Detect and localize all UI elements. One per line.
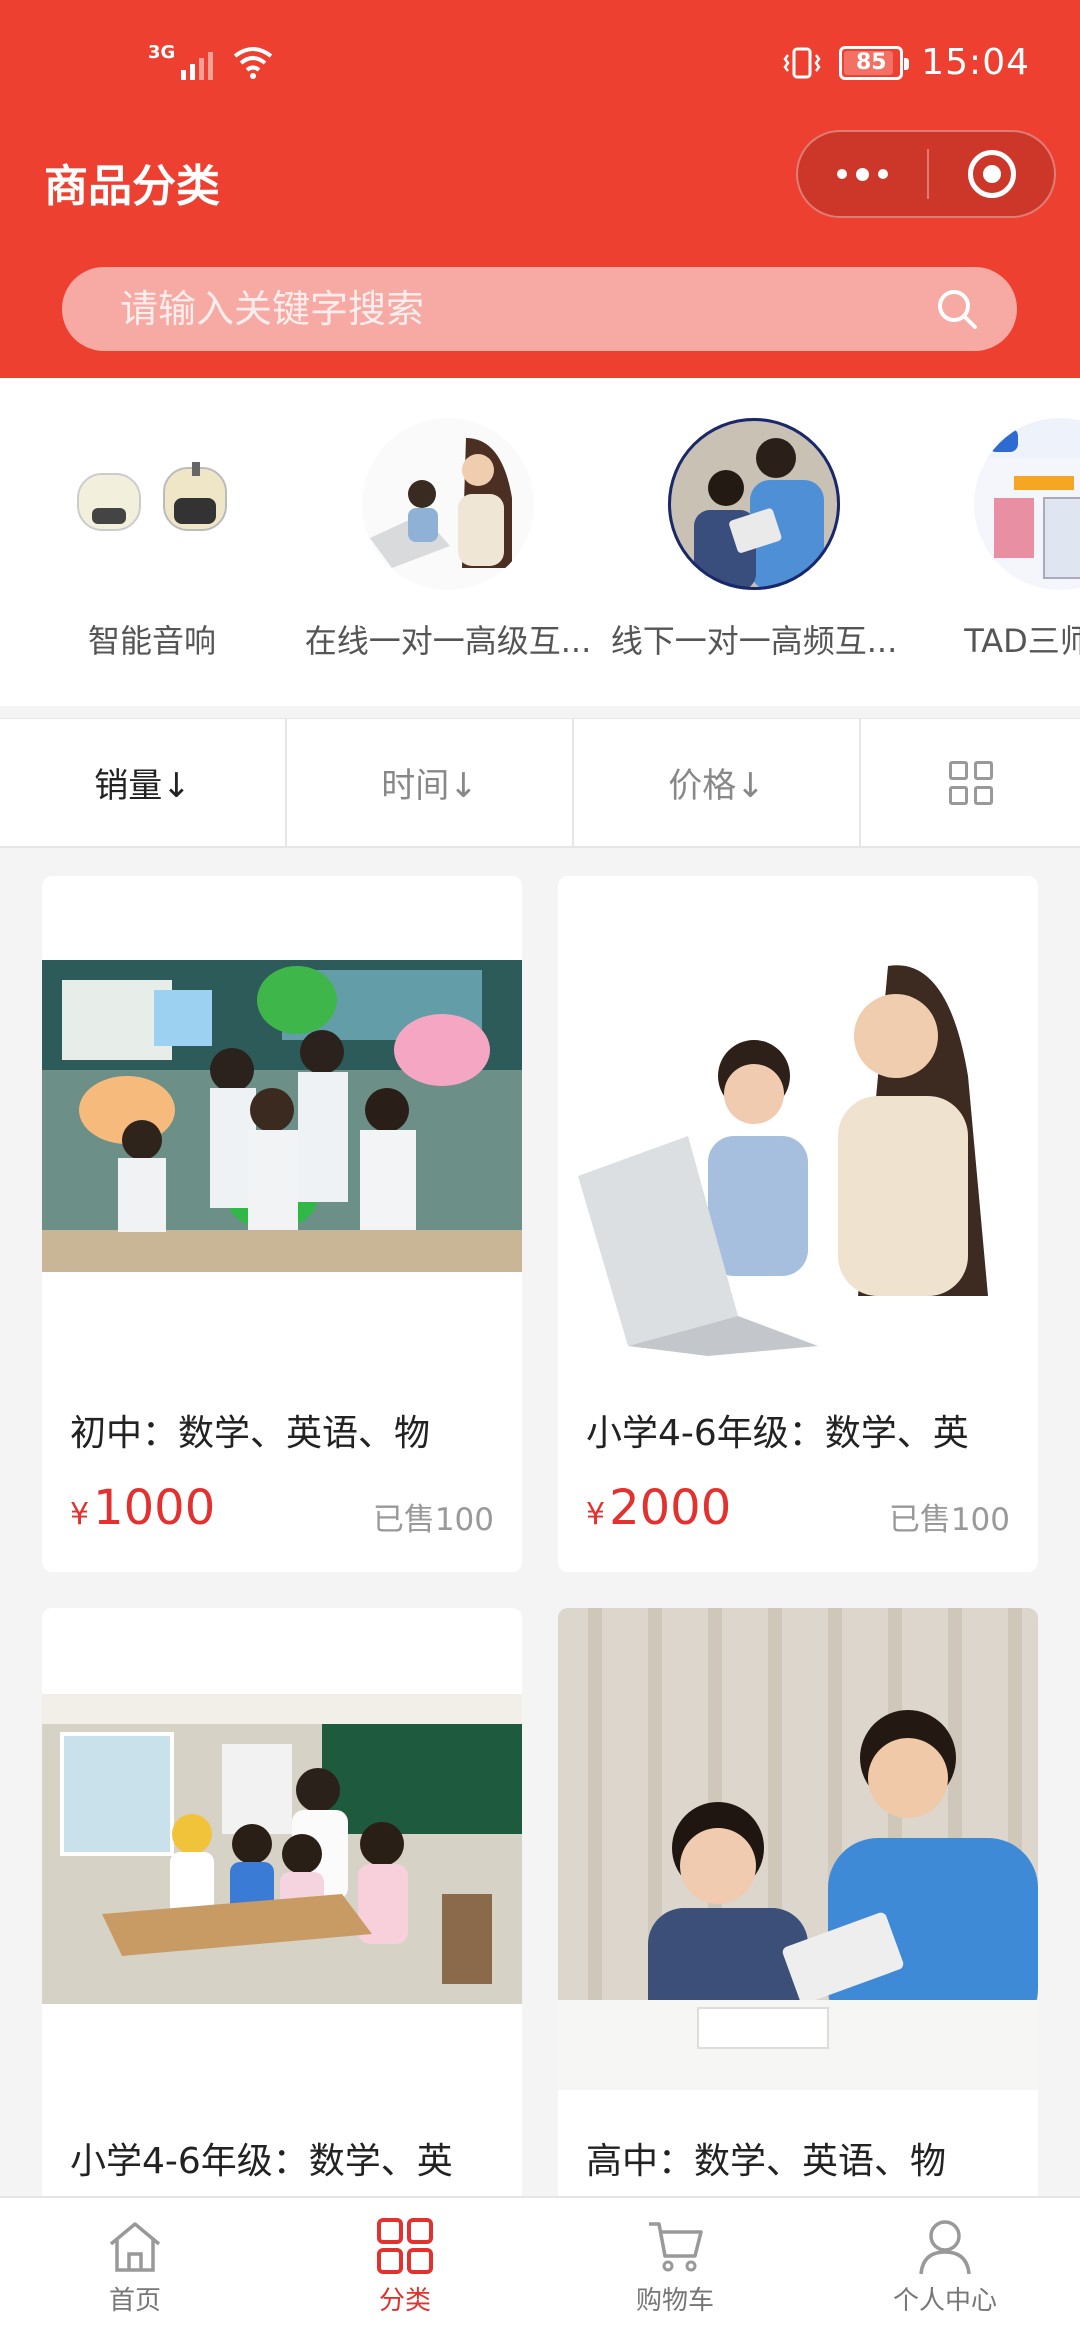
tab-cart[interactable]: 购物车 xyxy=(540,2198,810,2340)
user-icon xyxy=(919,2220,971,2275)
product-card[interactable]: 高中：数学、英语、物 xyxy=(558,1608,1038,2228)
category-label: 线下一对一高频互... xyxy=(610,622,898,660)
more-button[interactable] xyxy=(798,132,927,216)
page-title: 商品分类 xyxy=(44,161,220,212)
product-image xyxy=(42,960,522,1272)
vibrate-icon xyxy=(783,47,821,78)
category-image xyxy=(668,418,840,590)
sort-by-time[interactable]: 时间↓ xyxy=(287,719,574,846)
product-title: 初中：数学、英语、物 xyxy=(70,1413,431,1454)
sort-bar: 销量↓ 时间↓ 价格↓ xyxy=(0,718,1080,848)
signal-icon xyxy=(181,48,214,80)
close-button[interactable] xyxy=(929,132,1054,216)
category-item-tad-classroom[interactable]: TAD三师课堂 xyxy=(910,418,1080,662)
layout-toggle-button[interactable] xyxy=(861,719,1080,846)
category-strip: 智能音响 在线一对一高级互... 线下一对一高频互... TAD三师 xyxy=(0,378,1080,706)
currency-symbol: ¥ xyxy=(586,1497,606,1532)
sort-by-price[interactable]: 价格↓ xyxy=(574,719,861,846)
category-item-offline-tutoring[interactable]: 线下一对一高频互... xyxy=(604,418,904,662)
product-card[interactable]: 小学4-6年级：数学、英 xyxy=(42,1608,522,2228)
search-icon[interactable] xyxy=(935,287,979,331)
tab-label: 首页 xyxy=(108,2286,161,2316)
currency-symbol: ¥ xyxy=(70,1497,90,1532)
product-title: 小学4-6年级：数学、英 xyxy=(586,1413,969,1454)
search-input[interactable] xyxy=(120,267,920,351)
product-image xyxy=(558,876,1038,1356)
search-bar[interactable] xyxy=(62,267,1017,351)
status-bar: 3G 85 15:04 xyxy=(0,0,1080,130)
battery-level: 85 xyxy=(855,50,887,75)
category-item-smart-speaker[interactable]: 智能音响 xyxy=(2,418,302,662)
miniprogram-capsule xyxy=(796,130,1056,218)
price-value: 1000 xyxy=(93,1480,216,1536)
category-label: TAD三师课堂 xyxy=(964,622,1080,660)
product-price: ¥1000 xyxy=(70,1480,215,1536)
product-image xyxy=(42,1694,522,2004)
product-card[interactable]: 初中：数学、英语、物 ¥1000 已售100 xyxy=(42,876,522,1572)
battery-icon: 85 xyxy=(839,45,910,80)
category-icon xyxy=(377,2218,433,2274)
tab-label: 个人中心 xyxy=(892,2286,997,2316)
sort-by-sales[interactable]: 销量↓ xyxy=(0,719,287,846)
category-label: 在线一对一高级互... xyxy=(304,622,592,660)
clock: 15:04 xyxy=(921,42,1030,83)
price-value: 2000 xyxy=(609,1480,732,1536)
tab-home[interactable]: 首页 xyxy=(0,2198,270,2340)
category-image xyxy=(362,418,534,590)
product-image xyxy=(558,1608,1038,2090)
category-label: 智能音响 xyxy=(87,622,216,660)
tab-label: 购物车 xyxy=(635,2286,714,2316)
home-icon xyxy=(109,2222,161,2272)
tab-profile[interactable]: 个人中心 xyxy=(810,2198,1080,2340)
product-card[interactable]: 小学4-6年级：数学、英 ¥2000 已售100 xyxy=(558,876,1038,1572)
header: 3G 85 15:04 商品分类 xyxy=(0,0,1080,378)
product-price: ¥2000 xyxy=(586,1480,731,1536)
tab-label: 分类 xyxy=(378,2286,431,2316)
category-image xyxy=(66,418,238,590)
target-icon xyxy=(967,150,1016,198)
sold-count: 已售100 xyxy=(372,1502,494,1538)
wifi-icon xyxy=(234,47,273,79)
bottom-tab-bar: 首页 分类 购物车 个人中心 xyxy=(0,2196,1080,2340)
cart-icon xyxy=(649,2222,703,2272)
category-item-online-tutoring[interactable]: 在线一对一高级互... xyxy=(298,418,598,662)
product-title: 小学4-6年级：数学、英 xyxy=(70,2141,453,2182)
tab-category[interactable]: 分类 xyxy=(270,2198,540,2340)
network-type: 3G xyxy=(148,42,176,63)
grid-icon xyxy=(948,760,993,805)
product-title: 高中：数学、英语、物 xyxy=(586,2141,947,2182)
sold-count: 已售100 xyxy=(888,1502,1010,1538)
category-image xyxy=(974,418,1080,590)
